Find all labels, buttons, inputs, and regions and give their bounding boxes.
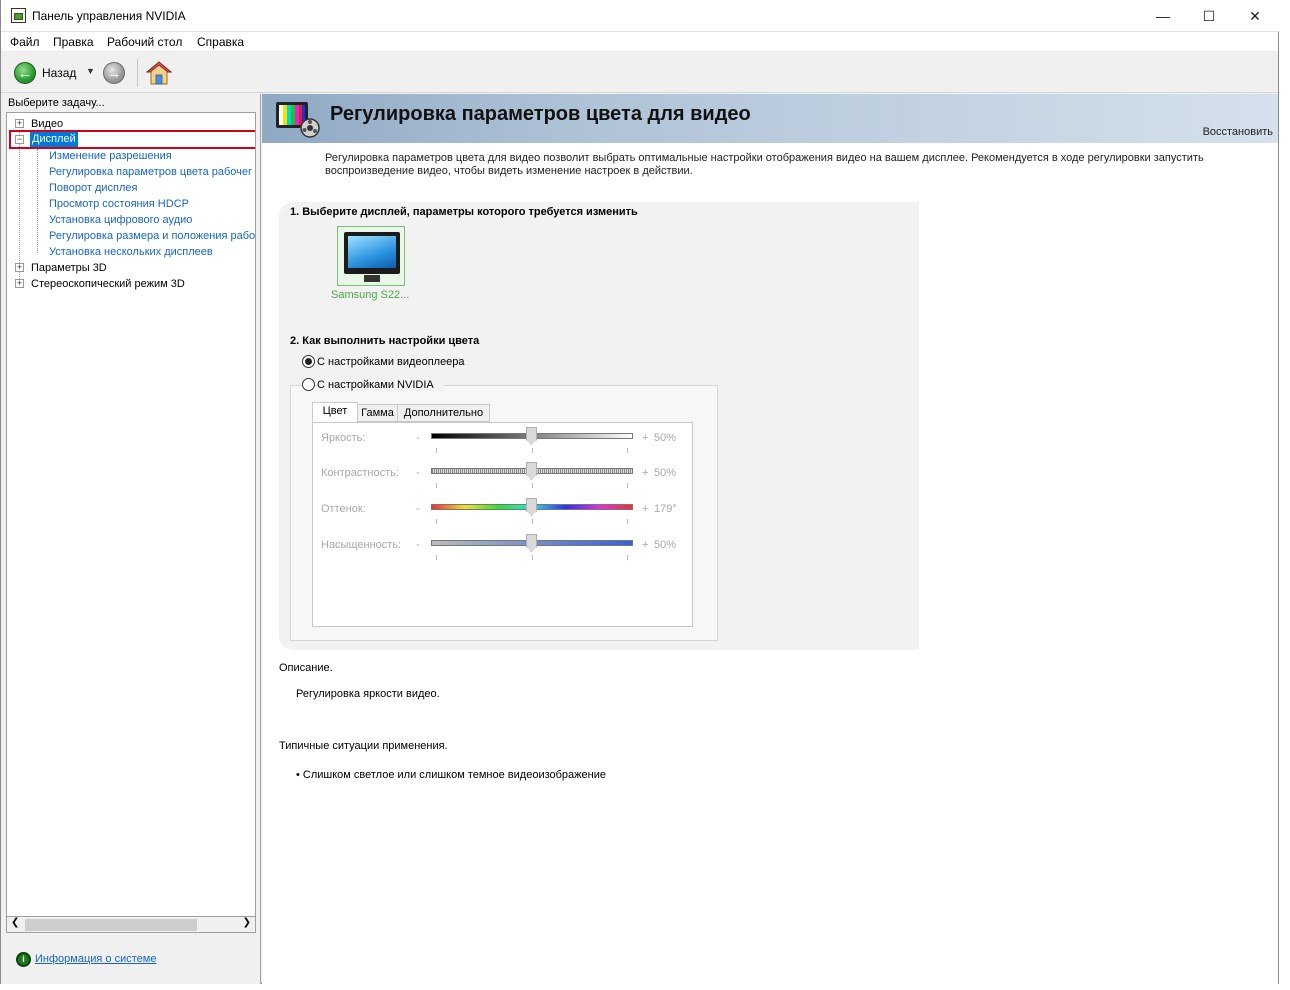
saturation-label: Насыщенность: [321, 539, 402, 551]
expand-icon[interactable]: + [15, 263, 24, 272]
menu-bar: Файл Правка Рабочий стол Справка [1, 32, 1278, 52]
radio-nvidia-label[interactable]: С настройками NVIDIA [317, 379, 444, 391]
brightness-value: 50% [654, 432, 677, 444]
back-dropdown-icon[interactable]: ▼ [86, 66, 95, 76]
brightness-minus: - [416, 432, 420, 444]
tree-item-desktop-color[interactable]: Регулировка параметров цвета рабочег [49, 164, 252, 180]
radio-nvidia-settings[interactable] [302, 378, 315, 391]
forward-arrow-icon[interactable]: → [103, 62, 125, 84]
hue-ticks [436, 519, 628, 524]
menu-help[interactable]: Справка [197, 35, 244, 49]
tree-horizontal-scrollbar[interactable]: ❮ ❯ [6, 916, 256, 933]
tree-item-multiple-displays[interactable]: Установка нескольких дисплеев [49, 244, 213, 260]
expand-icon[interactable]: + [15, 119, 24, 128]
menu-desktop[interactable]: Рабочий стол [107, 35, 182, 49]
tree-item-digital-audio[interactable]: Установка цифрового аудио [49, 212, 192, 228]
page-title: Регулировка параметров цвета для видео [330, 103, 751, 125]
hue-label: Оттенок: [321, 503, 366, 515]
tab-advanced[interactable]: Дополнительно [397, 404, 490, 422]
task-pane-label: Выберите задачу... [8, 97, 105, 109]
tab-gamma[interactable]: Гамма [357, 404, 398, 422]
brightness-plus: + [642, 432, 649, 444]
section-2-title: 2. Как выполнить настройки цвета [290, 335, 480, 347]
maximize-button[interactable]: ☐ [1186, 0, 1232, 32]
tree-item-hdcp-status[interactable]: Просмотр состояния HDCP [49, 196, 189, 212]
scroll-right-icon[interactable]: ❯ [243, 917, 251, 928]
display-name-label[interactable]: Samsung S22... [331, 289, 409, 301]
tree-item-desktop-size-position[interactable]: Регулировка размера и положения рабо [49, 228, 255, 244]
page-banner: Регулировка параметров цвета для видео В… [262, 94, 1278, 143]
nvidia-app-icon [11, 8, 26, 23]
close-button[interactable]: ✕ [1232, 0, 1278, 32]
usage-title: Типичные ситуации применения. [279, 740, 448, 752]
contrast-ticks [436, 483, 628, 488]
tree-item-change-resolution[interactable]: Изменение разрешения [49, 148, 172, 164]
task-pane: Выберите задачу... + Видео − Дисплей Изм… [1, 94, 261, 984]
toolbar: ← Назад ▼ → [1, 53, 1278, 93]
contrast-plus: + [642, 467, 649, 479]
video-color-icon [276, 102, 320, 138]
hue-plus: + [642, 503, 649, 515]
saturation-value: 50% [654, 539, 677, 551]
back-button-label[interactable]: Назад [42, 66, 76, 80]
minimize-button[interactable]: — [1140, 0, 1186, 32]
description-text: Регулировка яркости видео. [296, 688, 440, 700]
description-title: Описание. [279, 662, 333, 674]
window-title: Панель управления NVIDIA [32, 9, 186, 23]
radio-player-label[interactable]: С настройками видеоплеера [317, 356, 465, 368]
saturation-minus: - [416, 539, 420, 551]
tab-color[interactable]: Цвет [312, 402, 358, 422]
tab-strip: Цвет Гамма Дополнительно [312, 402, 512, 424]
monitor-icon [344, 232, 400, 274]
expand-icon[interactable]: + [15, 279, 24, 288]
home-icon[interactable] [146, 60, 172, 86]
saturation-ticks [436, 555, 628, 560]
task-tree[interactable]: + Видео − Дисплей Изменение разрешения Р… [6, 112, 256, 932]
back-arrow-icon[interactable]: ← [14, 62, 36, 84]
content-pane: Регулировка параметров цвета для видео В… [262, 94, 1278, 984]
restore-defaults-link[interactable]: Восстановить [1203, 126, 1273, 138]
contrast-value: 50% [654, 467, 677, 479]
hue-minus: - [416, 503, 420, 515]
title-bar: Панель управления NVIDIA — ☐ ✕ [1, 0, 1280, 32]
contrast-label: Контрастность: [321, 467, 399, 479]
brightness-label: Яркость: [321, 432, 366, 444]
radio-player-settings[interactable] [302, 355, 315, 368]
hue-value: 179° [654, 503, 677, 515]
scroll-left-icon[interactable]: ❮ [11, 917, 19, 928]
menu-edit[interactable]: Правка [53, 35, 94, 49]
contrast-minus: - [416, 467, 420, 479]
tree-line [37, 149, 38, 253]
tree-item-rotate-display[interactable]: Поворот дисплея [49, 180, 137, 196]
system-info-link[interactable]: Информация о системе [35, 953, 156, 965]
tree-line [19, 131, 20, 281]
scrollbar-thumb[interactable] [25, 919, 197, 931]
app-window: Панель управления NVIDIA — ☐ ✕ Файл Прав… [0, 0, 1280, 984]
section-1-title: 1. Выберите дисплей, параметры которого … [290, 206, 638, 218]
menu-file[interactable]: Файл [10, 35, 40, 49]
brightness-ticks [436, 448, 628, 453]
saturation-plus: + [642, 539, 649, 551]
usage-item: • Слишком светлое или слишком темное вид… [296, 769, 606, 781]
display-selector[interactable] [337, 226, 405, 286]
toolbar-separator [137, 59, 138, 87]
monitor-stand [364, 275, 380, 282]
page-intro-text: Регулировка параметров цвета для видео п… [325, 152, 1204, 177]
collapse-icon[interactable]: − [15, 135, 24, 144]
system-info-icon[interactable]: i [16, 952, 31, 967]
